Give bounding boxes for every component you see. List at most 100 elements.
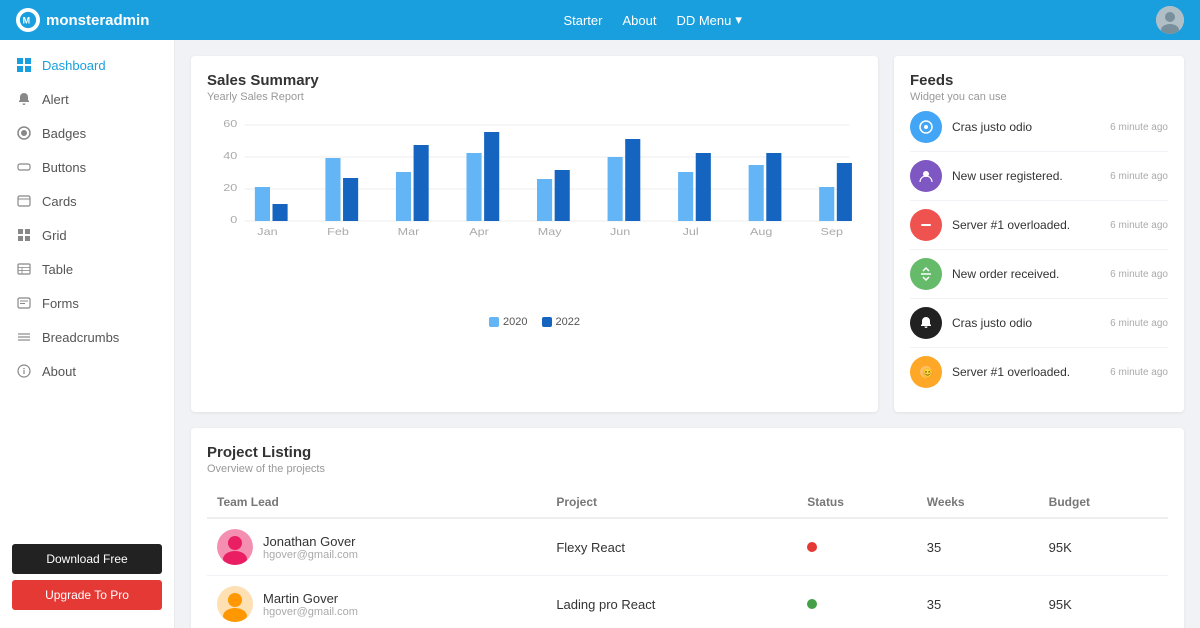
- project-listing-card: Project Listing Overview of the projects…: [191, 428, 1184, 628]
- sidebar-item-breadcrumbs[interactable]: Breadcrumbs: [0, 320, 174, 354]
- feed-icon-3: [910, 209, 942, 241]
- chart-legend: 2020 2022: [207, 316, 862, 328]
- sidebar-label-badges: Badges: [42, 126, 86, 141]
- brand: M monsteradmin: [16, 8, 149, 32]
- sidebar-item-table[interactable]: Table: [0, 252, 174, 286]
- upgrade-pro-button[interactable]: Upgrade To Pro: [12, 580, 162, 610]
- feed-time-2: 6 minute ago: [1110, 171, 1168, 182]
- sidebar-item-forms[interactable]: Forms: [0, 286, 174, 320]
- legend-2020: 2020: [489, 316, 527, 328]
- sidebar-label-cards: Cards: [42, 194, 77, 209]
- team-name-1: Jonathan Gover: [263, 534, 358, 549]
- sidebar-item-about[interactable]: About: [0, 354, 174, 388]
- feed-icon-5: [910, 307, 942, 339]
- sidebar-item-buttons[interactable]: Buttons: [0, 150, 174, 184]
- brand-icon: M: [16, 8, 40, 32]
- feed-icon-1: [910, 111, 942, 143]
- feed-icon-6: 😊: [910, 356, 942, 388]
- svg-text:Jul: Jul: [683, 227, 699, 238]
- feed-item-3: Server #1 overloaded. 6 minute ago: [910, 201, 1168, 250]
- project-title: Project Listing: [207, 444, 1168, 461]
- col-teamlead: Team Lead: [207, 487, 546, 518]
- table-row: Jonathan Gover hgover@gmail.com Flexy Re…: [207, 518, 1168, 576]
- sidebar-item-grid[interactable]: Grid: [0, 218, 174, 252]
- breadcrumbs-icon: [16, 329, 32, 345]
- project-subtitle: Overview of the projects: [207, 463, 1168, 475]
- weeks-2: 35: [917, 576, 1039, 628]
- feed-time-6: 6 minute ago: [1110, 367, 1168, 378]
- topnav-links: Starter About DD Menu ▾: [563, 12, 741, 28]
- team-email-2: hgover@gmail.com: [263, 606, 358, 618]
- sidebar-item-dashboard[interactable]: Dashboard: [0, 48, 174, 82]
- grid-icon: [16, 227, 32, 243]
- status-dot-1: [807, 542, 817, 552]
- status-dot-2: [807, 599, 817, 609]
- team-name-2: Martin Gover: [263, 591, 358, 606]
- col-status: Status: [797, 487, 917, 518]
- legend-2022: 2022: [542, 316, 580, 328]
- table-row: Martin Gover hgover@gmail.com Lading pro…: [207, 576, 1168, 628]
- avatar-1: [217, 529, 253, 565]
- brand-name: monsteradmin: [46, 12, 149, 29]
- nav-ddmenu[interactable]: DD Menu ▾: [676, 12, 741, 28]
- svg-text:😊: 😊: [922, 368, 933, 378]
- sidebar-label-forms: Forms: [42, 296, 79, 311]
- nav-starter[interactable]: Starter: [563, 13, 602, 28]
- table-icon: [16, 261, 32, 277]
- feed-item-4: New order received. 6 minute ago: [910, 250, 1168, 299]
- project-table: Team Lead Project Status Weeks Budget: [207, 487, 1168, 628]
- svg-text:Aug: Aug: [750, 227, 772, 238]
- buttons-icon: [16, 159, 32, 175]
- col-budget: Budget: [1039, 487, 1168, 518]
- sales-chart: 60 40 20 0: [207, 115, 862, 335]
- svg-text:Mar: Mar: [398, 227, 420, 238]
- sales-summary-card: Sales Summary Yearly Sales Report 60 40 …: [191, 56, 878, 412]
- feed-icon-4: [910, 258, 942, 290]
- feed-text-6: Server #1 overloaded.: [952, 365, 1100, 379]
- feed-time-5: 6 minute ago: [1110, 318, 1168, 329]
- sidebar-label-about: About: [42, 364, 76, 379]
- feeds-list: Cras justo odio 6 minute ago New user re…: [910, 103, 1168, 396]
- svg-text:Jun: Jun: [610, 227, 630, 238]
- sidebar-item-badges[interactable]: Badges: [0, 116, 174, 150]
- sales-title: Sales Summary: [207, 72, 862, 89]
- feed-item-1: Cras justo odio 6 minute ago: [910, 103, 1168, 152]
- about-icon: [16, 363, 32, 379]
- sidebar-item-cards[interactable]: Cards: [0, 184, 174, 218]
- sidebar-item-alert[interactable]: Alert: [0, 82, 174, 116]
- sidebar-label-dashboard: Dashboard: [42, 58, 106, 73]
- team-lead-cell-2: Martin Gover hgover@gmail.com: [217, 586, 536, 622]
- col-weeks: Weeks: [917, 487, 1039, 518]
- project-name-2: Lading pro React: [546, 576, 797, 628]
- feed-item-2: New user registered. 6 minute ago: [910, 152, 1168, 201]
- avatar-2: [217, 586, 253, 622]
- feed-icon-2: [910, 160, 942, 192]
- badges-icon: [16, 125, 32, 141]
- project-name-1: Flexy React: [546, 518, 797, 576]
- top-row: Sales Summary Yearly Sales Report 60 40 …: [191, 56, 1184, 412]
- feed-time-3: 6 minute ago: [1110, 220, 1168, 231]
- forms-icon: [16, 295, 32, 311]
- svg-text:May: May: [538, 227, 562, 238]
- svg-text:Feb: Feb: [327, 227, 349, 238]
- sidebar-label-alert: Alert: [42, 92, 69, 107]
- feed-text-1: Cras justo odio: [952, 120, 1100, 134]
- svg-text:20: 20: [223, 183, 237, 194]
- col-project: Project: [546, 487, 797, 518]
- feed-text-2: New user registered.: [952, 169, 1100, 183]
- svg-text:0: 0: [230, 215, 237, 226]
- sales-subtitle: Yearly Sales Report: [207, 91, 862, 103]
- sidebar-bottom: Download Free Upgrade To Pro: [0, 534, 174, 620]
- feed-time-4: 6 minute ago: [1110, 269, 1168, 280]
- cards-icon: [16, 193, 32, 209]
- team-info-1: Jonathan Gover hgover@gmail.com: [263, 534, 358, 561]
- download-free-button[interactable]: Download Free: [12, 544, 162, 574]
- svg-text:40: 40: [223, 151, 237, 162]
- feed-text-4: New order received.: [952, 267, 1100, 281]
- svg-text:Apr: Apr: [469, 227, 489, 238]
- feed-item-5: Cras justo odio 6 minute ago: [910, 299, 1168, 348]
- avatar[interactable]: [1156, 6, 1184, 34]
- nav-about[interactable]: About: [622, 13, 656, 28]
- feed-text-5: Cras justo odio: [952, 316, 1100, 330]
- team-info-2: Martin Gover hgover@gmail.com: [263, 591, 358, 618]
